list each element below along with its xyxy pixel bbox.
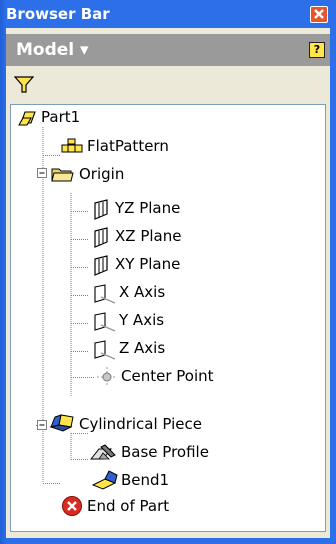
- bend-icon: [91, 470, 118, 490]
- tree-item-cylindrical-piece[interactable]: Cylindrical Piece: [79, 415, 202, 433]
- center-point-icon: [97, 367, 117, 387]
- tree-item-origin[interactable]: Origin: [79, 165, 124, 183]
- axis-icon: [94, 340, 116, 360]
- collapse-origin-icon[interactable]: [37, 168, 49, 180]
- part-icon: [18, 111, 36, 126]
- browser-panel: Model ▾ ? Part1 FlatPattern Origin YZ Pl…: [6, 28, 330, 538]
- help-button[interactable]: ?: [309, 42, 325, 58]
- plane-icon: [94, 199, 108, 220]
- filter-icon[interactable]: [14, 76, 34, 94]
- browser-bar-window: Browser Bar Model ▾ ? Part1 FlatPattern …: [0, 0, 336, 544]
- tree-item-base-profile[interactable]: Base Profile: [121, 443, 209, 461]
- plane-icon: [94, 255, 108, 276]
- tree-item-yz-plane[interactable]: YZ Plane: [115, 199, 180, 217]
- tree-item-x-axis[interactable]: X Axis: [119, 283, 165, 301]
- tree-item-bend1[interactable]: Bend1: [121, 471, 169, 489]
- folder-icon: [51, 168, 74, 182]
- collapse-cylindrical-piece-icon[interactable]: [37, 420, 49, 432]
- close-button[interactable]: [310, 6, 328, 23]
- model-dropdown[interactable]: Model ▾: [16, 34, 89, 66]
- filter-row: [6, 68, 330, 102]
- model-tree: Part1 FlatPattern Origin YZ Plane XZ Pla…: [10, 104, 326, 532]
- end-of-part-icon: [62, 496, 82, 516]
- axis-icon: [94, 284, 116, 304]
- tree-item-part1[interactable]: Part1: [41, 108, 80, 126]
- window-title: Browser Bar: [6, 5, 110, 23]
- model-header: Model ▾ ?: [6, 34, 330, 66]
- tree-item-end-of-part[interactable]: End of Part: [87, 497, 169, 515]
- close-icon: [314, 9, 324, 19]
- title-bar[interactable]: Browser Bar: [6, 0, 330, 28]
- tree-item-center-point[interactable]: Center Point: [121, 367, 214, 385]
- tree-item-xy-plane[interactable]: XY Plane: [115, 255, 180, 273]
- tree-item-z-axis[interactable]: Z Axis: [119, 339, 165, 357]
- sheet-metal-feature-icon: [49, 414, 74, 432]
- sketch-icon: [89, 444, 116, 460]
- flat-pattern-icon: [61, 138, 83, 153]
- tree-item-flat-pattern[interactable]: FlatPattern: [87, 137, 169, 155]
- axis-icon: [94, 312, 116, 332]
- tree-item-y-axis[interactable]: Y Axis: [119, 311, 164, 329]
- plane-icon: [94, 227, 108, 248]
- tree-item-xz-plane[interactable]: XZ Plane: [115, 227, 181, 245]
